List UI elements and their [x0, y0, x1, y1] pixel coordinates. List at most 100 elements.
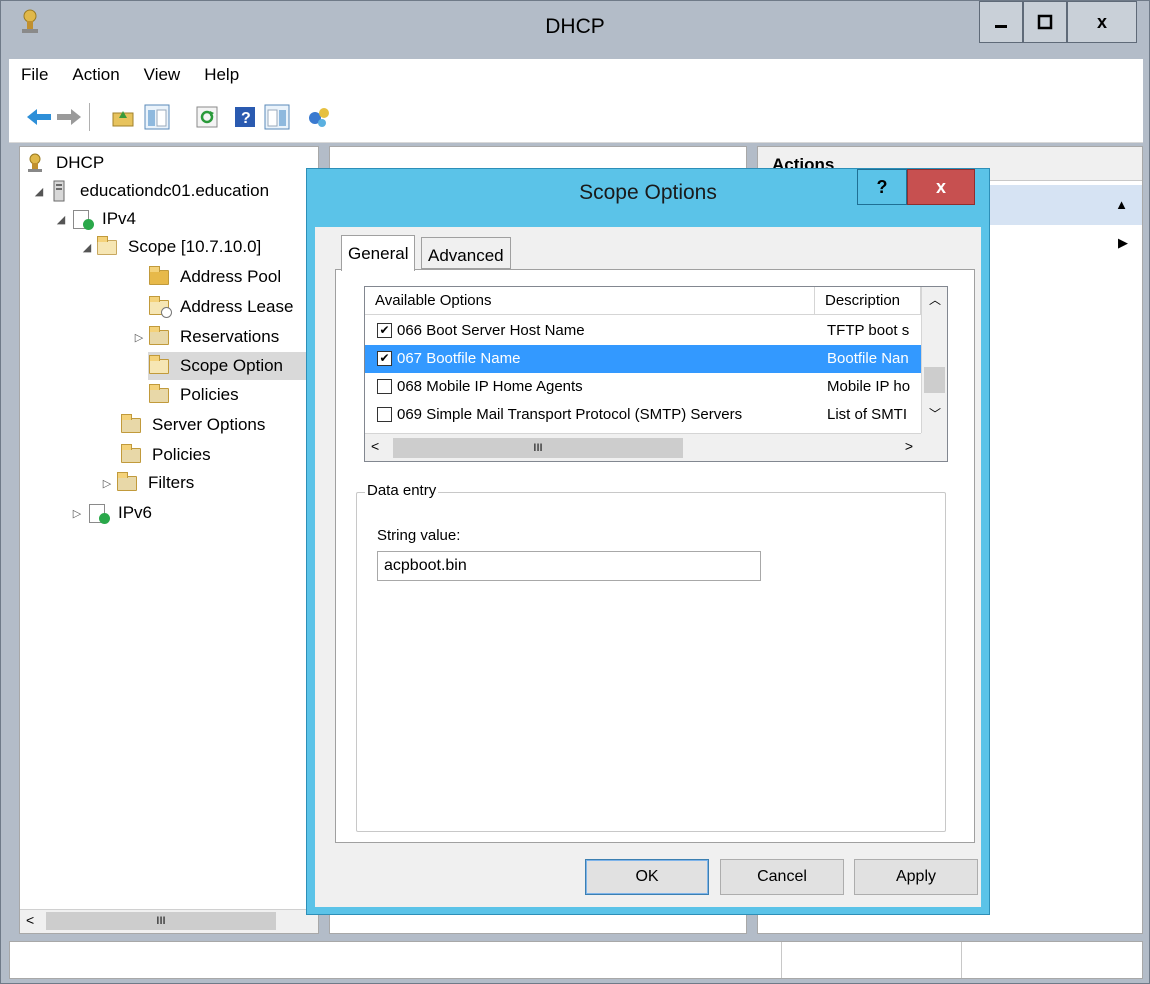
tree-label: DHCP	[56, 153, 105, 172]
menu-help[interactable]: Help	[192, 65, 251, 85]
tree-node-policies[interactable]: Policies	[120, 441, 211, 469]
option-row-066[interactable]: ✔ 066 Boot Server Host Name TFTP boot s	[365, 317, 921, 345]
tree-node-server[interactable]: ◢ educationdc01.education	[30, 177, 269, 205]
tree-label: Policies	[152, 445, 211, 464]
menu-action[interactable]: Action	[60, 65, 131, 85]
tree-node-scope[interactable]: ◢ Scope [10.7.10.0]	[78, 233, 261, 261]
dialog-help-button[interactable]: ?	[857, 169, 907, 205]
scroll-left-icon[interactable]: <	[371, 438, 379, 454]
maximize-button[interactable]	[1023, 1, 1067, 43]
options-vertical-scrollbar[interactable]: ︿ ﹀	[921, 287, 947, 433]
tree-label: Policies	[180, 385, 239, 404]
svg-text:?: ?	[241, 110, 251, 127]
show-hide-tree-icon[interactable]	[143, 103, 171, 131]
dialog-close-button[interactable]: x	[907, 169, 975, 205]
expand-arrow-icon[interactable]: ▷	[68, 507, 86, 520]
minimize-button[interactable]	[979, 1, 1023, 43]
tree-label: Server Options	[152, 415, 266, 434]
apply-button[interactable]: Apply	[854, 859, 978, 895]
tree-node-scope-options[interactable]: Scope Option	[148, 352, 318, 380]
filters-icon	[116, 472, 140, 494]
data-entry-group: Data entry String value:	[356, 482, 946, 832]
collapse-up-icon[interactable]: ▲	[1115, 197, 1128, 212]
scroll-thumb[interactable]	[924, 367, 945, 393]
available-options-list[interactable]: Available Options Description ✔ 066 Boot…	[364, 286, 948, 462]
scroll-corner	[921, 433, 947, 461]
menu-file[interactable]: File	[9, 65, 60, 85]
string-value-label: String value:	[377, 527, 461, 544]
menu-bar: File Action View Help	[9, 59, 1143, 91]
column-header-description[interactable]: Description	[815, 287, 921, 315]
option-checkbox[interactable]	[377, 407, 392, 422]
title-bar: DHCP x	[1, 1, 1149, 55]
option-description: Mobile IP ho	[827, 378, 911, 395]
option-name: 069 Simple Mail Transport Protocol (SMTP…	[397, 406, 743, 423]
option-row-067[interactable]: ✔ 067 Bootfile Name Bootfile Nan	[365, 345, 921, 373]
scroll-up-icon[interactable]: ︿	[929, 291, 941, 308]
collapse-arrow-icon[interactable]: ◢	[52, 213, 70, 226]
tree-node-address-leases[interactable]: Address Lease	[148, 293, 293, 321]
up-folder-icon[interactable]	[109, 103, 137, 131]
tree-node-reservations[interactable]: ▷ Reservations	[130, 323, 279, 351]
menu-view[interactable]: View	[132, 65, 193, 85]
scroll-left-icon[interactable]: <	[26, 912, 34, 928]
tree-label: IPv6	[118, 503, 153, 522]
forward-icon[interactable]	[55, 103, 83, 131]
tab-general[interactable]: General	[341, 235, 416, 271]
option-row-069[interactable]: 069 Simple Mail Transport Protocol (SMTP…	[365, 401, 921, 429]
close-label: x	[1096, 11, 1107, 32]
tree-label: Address Pool	[180, 267, 282, 286]
refresh-icon[interactable]	[193, 103, 221, 131]
dhcp-node-icon	[24, 152, 48, 174]
option-row-068[interactable]: 068 Mobile IP Home Agents Mobile IP ho	[365, 373, 921, 401]
string-value-input[interactable]	[377, 551, 761, 581]
option-description: TFTP boot s	[827, 322, 910, 339]
column-header-available[interactable]: Available Options	[365, 287, 815, 315]
policies-icon	[120, 444, 144, 466]
tree-node-scope-policies[interactable]: Policies	[148, 381, 239, 409]
tab-advanced[interactable]: Advanced	[421, 237, 511, 269]
status-cell	[782, 942, 962, 978]
tree-node-ipv6[interactable]: ▷ IPv6	[68, 499, 152, 527]
close-label: x	[935, 176, 946, 197]
dialog-body: General Advanced Available Options Descr…	[315, 227, 981, 907]
tree-horizontal-scrollbar[interactable]: < III	[20, 909, 318, 933]
expand-arrow-icon[interactable]: ▷	[98, 477, 116, 490]
expand-arrow-icon[interactable]: ▷	[130, 331, 148, 344]
cancel-button[interactable]: Cancel	[720, 859, 844, 895]
server-icon	[48, 180, 72, 202]
connect-icon[interactable]	[305, 103, 333, 131]
back-icon[interactable]	[25, 103, 53, 131]
properties-icon[interactable]	[263, 103, 291, 131]
collapse-arrow-icon[interactable]: ◢	[78, 241, 96, 254]
tree-label: IPv4	[102, 209, 137, 228]
tree-label: Filters	[148, 473, 195, 492]
ok-button[interactable]: OK	[585, 859, 709, 895]
collapse-arrow-icon[interactable]: ◢	[30, 185, 48, 198]
tree-node-server-options[interactable]: Server Options	[120, 411, 265, 439]
scroll-thumb[interactable]: III	[46, 912, 276, 930]
tree-node-address-pool[interactable]: Address Pool	[148, 263, 281, 291]
scroll-thumb[interactable]: III	[393, 438, 683, 458]
option-name: 066 Boot Server Host Name	[397, 322, 585, 339]
scroll-right-icon[interactable]: >	[905, 438, 913, 454]
help-label: ?	[876, 176, 888, 197]
option-checkbox[interactable]	[377, 379, 392, 394]
tree-node-filters[interactable]: ▷ Filters	[98, 469, 194, 497]
tree-node-dhcp[interactable]: DHCP	[24, 149, 104, 177]
close-button[interactable]: x	[1067, 1, 1137, 43]
toolbar: ?	[9, 91, 1143, 143]
more-actions-arrow-icon[interactable]: ▶	[1118, 235, 1128, 251]
tree-node-ipv4[interactable]: ◢ IPv4	[52, 205, 136, 233]
scroll-grip: III	[533, 442, 543, 454]
option-checkbox[interactable]: ✔	[377, 351, 392, 366]
option-checkbox[interactable]: ✔	[377, 323, 392, 338]
help-icon[interactable]: ?	[231, 103, 259, 131]
status-cell	[10, 942, 782, 978]
options-horizontal-scrollbar[interactable]: < III >	[365, 433, 921, 461]
tree-label: Scope Option	[180, 356, 284, 375]
scope-folder-icon	[96, 236, 120, 258]
policies-icon	[148, 384, 172, 406]
window-title: DHCP	[545, 15, 605, 38]
scroll-down-icon[interactable]: ﹀	[929, 405, 941, 422]
